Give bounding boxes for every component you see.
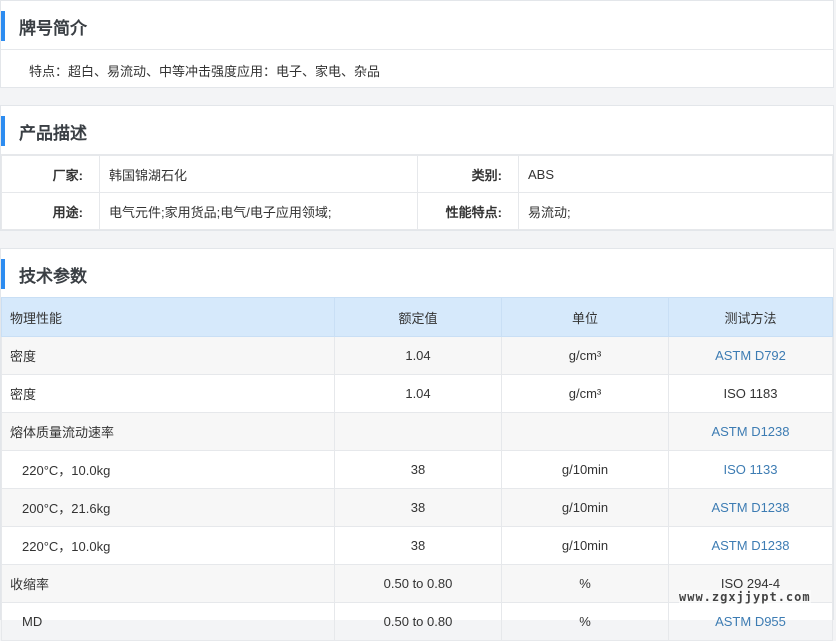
method-link[interactable]: ISO 1133 bbox=[724, 462, 778, 477]
tech-params-section: 技术参数 物理性能 额定值 单位 测试方法 密度 1.04 g/cm³ ASTM D7… bbox=[0, 248, 834, 641]
site-watermark: www.zgxjjypt.com bbox=[679, 590, 811, 604]
method-link[interactable]: ASTM D1238 bbox=[711, 538, 789, 553]
table-header-row: 物理性能 额定值 单位 测试方法 bbox=[1, 297, 833, 337]
product-desc-title: 产品描述 bbox=[19, 124, 87, 143]
cell-unit: g/cm³ bbox=[501, 374, 669, 413]
cell-property: 收缩率 bbox=[1, 564, 335, 603]
cell-unit: g/cm³ bbox=[501, 336, 669, 375]
table-row: 220°C，10.0kg 38 g/10min ASTM D1238 bbox=[1, 526, 833, 565]
cell-property: 220°C，10.0kg bbox=[1, 450, 335, 489]
method-link[interactable]: ASTM D1238 bbox=[711, 424, 789, 439]
cell-unit: % bbox=[501, 602, 669, 641]
col-header-unit: 单位 bbox=[501, 297, 669, 337]
cell-unit: g/10min bbox=[501, 450, 669, 489]
cell-value: 38 bbox=[334, 526, 502, 565]
table-row: 220°C，10.0kg 38 g/10min ISO 1133 bbox=[1, 450, 833, 489]
cell-method: ISO 1183 bbox=[668, 374, 833, 413]
table-row: 200°C，21.6kg 38 g/10min ASTM D1238 bbox=[1, 488, 833, 527]
desc-value: 韩国锦湖石化 bbox=[99, 155, 418, 193]
cell-value: 1.04 bbox=[334, 336, 502, 375]
method-text: ISO 1183 bbox=[723, 386, 778, 401]
cell-value: 38 bbox=[334, 488, 502, 527]
product-desc-table: 厂家: 韩国锦湖石化 类别: ABS 用途: 电气元件;家用货品;电气/电子应用… bbox=[1, 155, 833, 230]
desc-row: 厂家: 韩国锦湖石化 类别: ABS bbox=[1, 155, 833, 193]
cell-value: 0.50 to 0.80 bbox=[334, 564, 502, 603]
desc-value: ABS bbox=[518, 155, 833, 193]
table-row: MD 0.50 to 0.80% ASTM D955 bbox=[1, 602, 833, 641]
col-header-method: 测试方法 bbox=[668, 297, 833, 337]
desc-row: 用途: 电气元件;家用货品;电气/电子应用领域; 性能特点: 易流动; bbox=[1, 192, 833, 230]
cell-property: 密度 bbox=[1, 336, 335, 375]
tech-params-header: 技术参数 bbox=[1, 249, 833, 297]
cell-property: 200°C，21.6kg bbox=[1, 488, 335, 527]
desc-key: 类别: bbox=[417, 155, 519, 193]
col-header-value: 额定值 bbox=[334, 297, 502, 337]
desc-key: 厂家: bbox=[1, 155, 100, 193]
section-accent-bar bbox=[1, 116, 5, 146]
cell-value bbox=[334, 412, 502, 451]
method-text: ISO 294-4 bbox=[720, 576, 781, 591]
cell-method: ASTM D1238 bbox=[668, 488, 833, 527]
cell-method: ASTM D1238 bbox=[668, 412, 833, 451]
cell-value: 38 bbox=[334, 450, 502, 489]
section-accent-bar bbox=[1, 11, 5, 41]
cell-property: 密度 bbox=[1, 374, 335, 413]
desc-value: 易流动; bbox=[518, 192, 833, 230]
section-accent-bar bbox=[1, 259, 5, 289]
brand-intro-title: 牌号简介 bbox=[19, 19, 87, 38]
cell-property: 220°C，10.0kg bbox=[1, 526, 335, 565]
method-link[interactable]: ASTM D792 bbox=[715, 348, 786, 363]
brand-features-text: 特点：超白、易流动、中等冲击强度应用：电子、家电、杂品 bbox=[29, 64, 381, 79]
product-desc-section: 产品描述 厂家: 韩国锦湖石化 类别: ABS 用途: 电气元件;家用货品;电气… bbox=[0, 105, 834, 231]
tech-params-title: 技术参数 bbox=[19, 267, 87, 286]
cell-value: 1.04 bbox=[334, 374, 502, 413]
cell-property: 熔体质量流动速率 bbox=[1, 412, 335, 451]
table-row: 熔体质量流动速率 ASTM D1238 bbox=[1, 412, 833, 451]
brand-intro-section: 牌号简介 特点：超白、易流动、中等冲击强度应用：电子、家电、杂品 bbox=[0, 0, 834, 88]
cell-unit: % bbox=[501, 564, 669, 603]
cell-method: ASTM D955 bbox=[668, 602, 833, 641]
cell-method: ISO 1133 bbox=[668, 450, 833, 489]
cell-method: ASTM D1238 bbox=[668, 526, 833, 565]
desc-value: 电气元件;家用货品;电气/电子应用领域; bbox=[99, 192, 418, 230]
table-row: 密度 1.04 g/cm³ ASTM D792 bbox=[1, 336, 833, 375]
method-link[interactable]: ASTM D1238 bbox=[711, 500, 789, 515]
product-desc-header: 产品描述 bbox=[1, 106, 833, 155]
cell-method: ASTM D792 bbox=[668, 336, 833, 375]
desc-key: 性能特点: bbox=[417, 192, 519, 230]
desc-key: 用途: bbox=[1, 192, 100, 230]
col-header-property: 物理性能 bbox=[1, 297, 335, 337]
cell-property: MD bbox=[1, 602, 335, 641]
brand-intro-header: 牌号简介 bbox=[1, 1, 833, 50]
table-row: 密度 1.04 g/cm³ ISO 1183 bbox=[1, 374, 833, 413]
cell-value: 0.50 to 0.80 bbox=[334, 602, 502, 641]
cell-unit: g/10min bbox=[501, 488, 669, 527]
cell-unit: g/10min bbox=[501, 526, 669, 565]
method-link[interactable]: ASTM D955 bbox=[715, 614, 786, 629]
cell-unit bbox=[501, 412, 669, 451]
